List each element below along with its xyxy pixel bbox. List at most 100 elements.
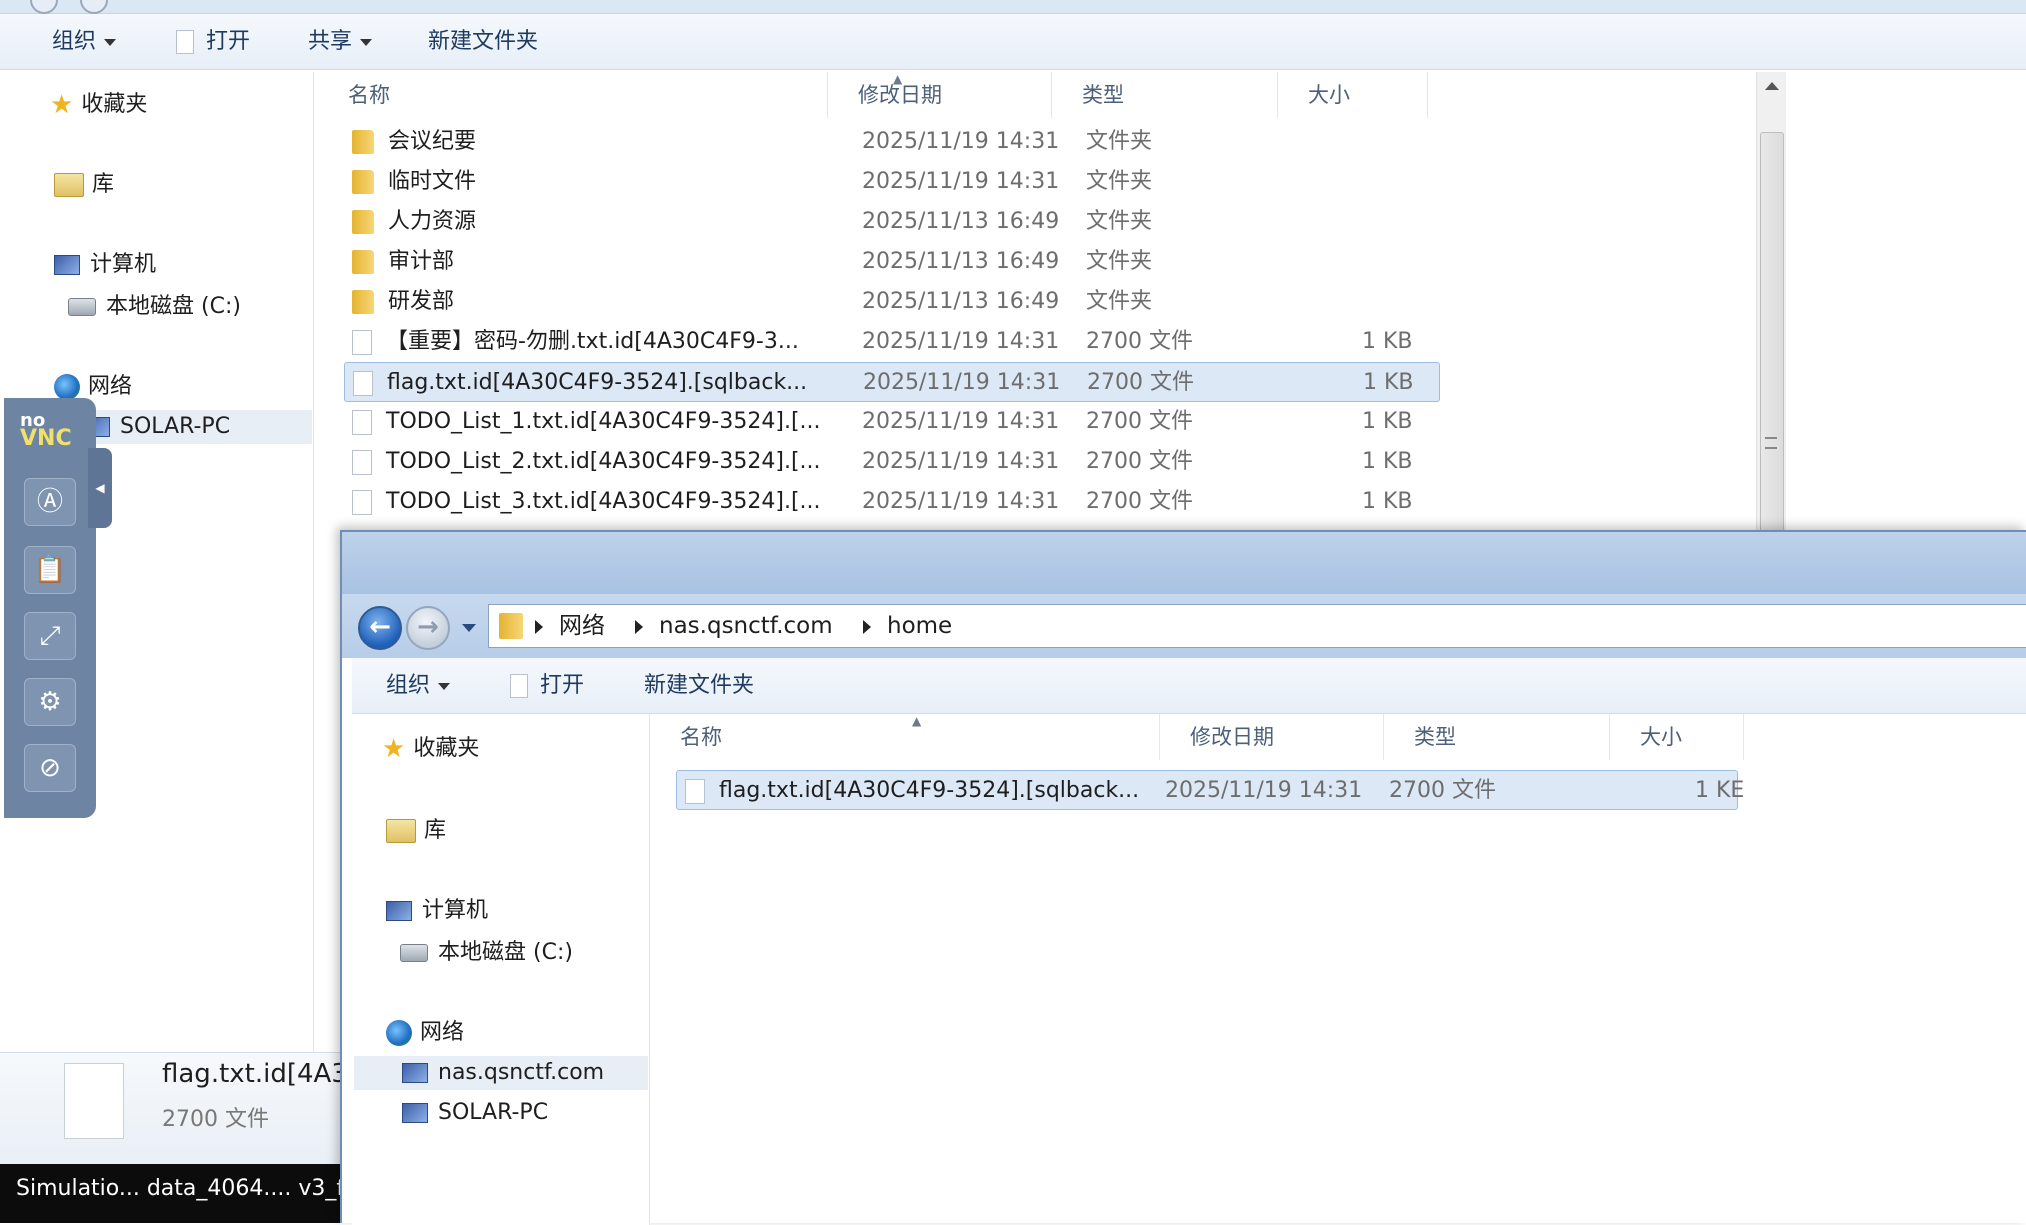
forward-button[interactable]: → xyxy=(406,606,450,650)
item-type: 2700 文件 xyxy=(1086,409,1193,434)
list-item[interactable]: TODO_List_2.txt.id[4A30C4F9-3524].[... 20… xyxy=(344,442,1440,482)
document-icon xyxy=(510,674,528,698)
item-type: 2700 文件 xyxy=(1086,489,1193,514)
item-type: 2700 文件 xyxy=(1086,329,1193,354)
library-icon xyxy=(54,173,84,197)
column-header-name[interactable]: 名称 xyxy=(318,72,828,118)
breadcrumb-separator-icon[interactable] xyxy=(863,620,871,634)
new-folder-button[interactable]: 新建文件夹 xyxy=(428,28,538,56)
taskbar-items[interactable]: Simulatio... data_4064.... v3_f xyxy=(16,1176,340,1201)
back-button[interactable]: ← xyxy=(358,606,402,650)
computer-icon xyxy=(402,1063,428,1083)
back-nav-back-button[interactable] xyxy=(30,0,58,14)
organize-label: 组织 xyxy=(386,673,431,698)
nav-computer[interactable]: 计算机 xyxy=(54,248,156,282)
chevron-down-icon xyxy=(104,38,117,46)
list-item[interactable]: 研发部 2025/11/13 16:49 文件夹 xyxy=(344,282,1440,322)
nav-network[interactable]: 网络 xyxy=(386,1016,464,1050)
open-button[interactable]: 打开 xyxy=(510,672,584,700)
column-size-label: 大小 xyxy=(1308,83,1350,107)
file-icon xyxy=(352,409,372,435)
front-address-row: ← → 网络 nas.qsnctf.com home xyxy=(342,594,2026,658)
list-item[interactable]: 【重要】密码-勿删.txt.id[4A30C4F9-3... 2025/11/19… xyxy=(344,322,1440,362)
file-icon xyxy=(685,778,705,804)
nav-computer-label: 计算机 xyxy=(422,898,489,923)
list-item-selected[interactable]: flag.txt.id[4A30C4F9-3524].[sqlback... 20… xyxy=(344,362,1440,402)
clipboard-button[interactable]: 📋 xyxy=(24,546,76,594)
star-icon: ★ xyxy=(50,90,74,120)
item-size: 1 KB xyxy=(1362,409,1413,434)
column-header-name[interactable]: 名称 xyxy=(650,714,1160,760)
disconnect-button[interactable]: ⊘ xyxy=(24,744,76,792)
nav-favorites[interactable]: ★ 收藏夹 xyxy=(382,732,479,766)
file-icon xyxy=(352,449,372,475)
item-name-text: 研发部 xyxy=(388,289,455,314)
large-file-icon xyxy=(64,1063,124,1139)
list-item[interactable]: TODO_List_3.txt.id[4A30C4F9-3524].[... 20… xyxy=(344,482,1440,522)
item-type: 2700 文件 xyxy=(1086,449,1193,474)
item-size: 1 KB xyxy=(1363,370,1414,395)
nav-favorites[interactable]: ★ 收藏夹 xyxy=(50,88,147,122)
breadcrumb-nas[interactable]: nas.qsnctf.com xyxy=(659,605,833,649)
settings-button[interactable]: ⚙ xyxy=(24,678,76,726)
column-header-type[interactable]: 类型 xyxy=(1052,72,1278,118)
scroll-up-arrow-icon[interactable] xyxy=(1765,82,1779,90)
nav-nas[interactable]: nas.qsnctf.com xyxy=(354,1056,648,1090)
item-date: 2025/11/19 14:31 xyxy=(862,409,1060,434)
hard-disk-icon xyxy=(400,944,428,962)
nav-favorites-label: 收藏夹 xyxy=(81,92,148,117)
gear-icon: ⚙ xyxy=(38,687,62,717)
file-icon xyxy=(352,489,372,515)
back-details-pane: flag.txt.id[4A3 2700 文件 xyxy=(0,1052,348,1164)
breadcrumb-network[interactable]: 网络 xyxy=(559,605,605,649)
details-file-name: flag.txt.id[4A3 xyxy=(162,1059,348,1089)
nav-local-disk[interactable]: 本地磁盘 (C:) xyxy=(400,936,573,970)
new-folder-button[interactable]: 新建文件夹 xyxy=(644,672,754,700)
column-header-type[interactable]: 类型 xyxy=(1384,714,1610,760)
scrollbar-thumb[interactable] xyxy=(1760,132,1784,532)
breadcrumb-home[interactable]: home xyxy=(887,605,952,649)
disconnect-icon: ⊘ xyxy=(39,753,61,783)
nav-computer[interactable]: 计算机 xyxy=(386,894,488,928)
nav-local-disk[interactable]: 本地磁盘 (C:) xyxy=(68,290,241,324)
list-item[interactable]: 临时文件 2025/11/19 14:31 文件夹 xyxy=(344,162,1440,202)
back-toolbar: 组织 打开 共享 新建文件夹 xyxy=(0,14,2026,70)
nav-libraries[interactable]: 库 xyxy=(54,168,114,202)
computer-icon xyxy=(402,1103,428,1123)
nav-libraries[interactable]: 库 xyxy=(386,814,446,848)
organize-menu[interactable]: 组织 xyxy=(52,28,117,56)
column-header-date[interactable]: 修改日期 xyxy=(828,72,1052,118)
item-name-text: flag.txt.id[4A30C4F9-3524].[sqlback... xyxy=(719,778,1140,803)
list-item[interactable]: 会议纪要 2025/11/19 14:31 文件夹 xyxy=(344,122,1440,162)
share-menu[interactable]: 共享 xyxy=(308,28,373,56)
front-file-list: 名称 ▲ 修改日期 类型 大小 flag.txt.id[4A30C4F9-352… xyxy=(650,714,2026,1225)
front-titlebar[interactable] xyxy=(342,532,2026,594)
list-item[interactable]: TODO_List_1.txt.id[4A30C4F9-3524].[... 20… xyxy=(344,402,1440,442)
item-name-text: 人力资源 xyxy=(388,209,477,234)
column-header-size[interactable]: 大小 xyxy=(1610,714,1744,760)
open-label: 打开 xyxy=(540,673,585,698)
recent-pages-dropdown-icon[interactable] xyxy=(462,624,476,632)
folder-icon xyxy=(352,250,374,274)
item-name-text: 临时文件 xyxy=(388,169,477,194)
column-header-size[interactable]: 大小 xyxy=(1278,72,1428,118)
breadcrumb-separator-icon[interactable] xyxy=(635,620,643,634)
back-nav-forward-button[interactable] xyxy=(80,0,108,14)
open-button[interactable]: 打开 xyxy=(176,28,250,56)
nav-solar-pc[interactable]: SOLAR-PC xyxy=(402,1096,548,1130)
list-item[interactable]: 审计部 2025/11/13 16:49 文件夹 xyxy=(344,242,1440,282)
nav-nas-label: nas.qsnctf.com xyxy=(438,1060,605,1085)
document-icon xyxy=(176,30,194,54)
breadcrumb-separator-icon[interactable] xyxy=(535,620,543,634)
back-vertical-scrollbar[interactable] xyxy=(1756,72,1786,532)
list-item-selected[interactable]: flag.txt.id[4A30C4F9-3524].[sqlback... 20… xyxy=(676,770,1744,810)
address-bar[interactable]: 网络 nas.qsnctf.com home xyxy=(488,604,2026,648)
fullscreen-button[interactable]: ⤢ xyxy=(24,612,76,660)
file-icon xyxy=(353,370,373,396)
column-header-date[interactable]: 修改日期 xyxy=(1160,714,1384,760)
list-item[interactable]: 人力资源 2025/11/13 16:49 文件夹 xyxy=(344,202,1440,242)
novnc-panel-handle[interactable]: ◀ xyxy=(88,448,112,528)
item-date: 2025/11/19 14:31 xyxy=(1165,778,1363,803)
organize-menu[interactable]: 组织 xyxy=(386,672,451,700)
keyboard-a-button[interactable]: Ⓐ xyxy=(24,478,76,526)
